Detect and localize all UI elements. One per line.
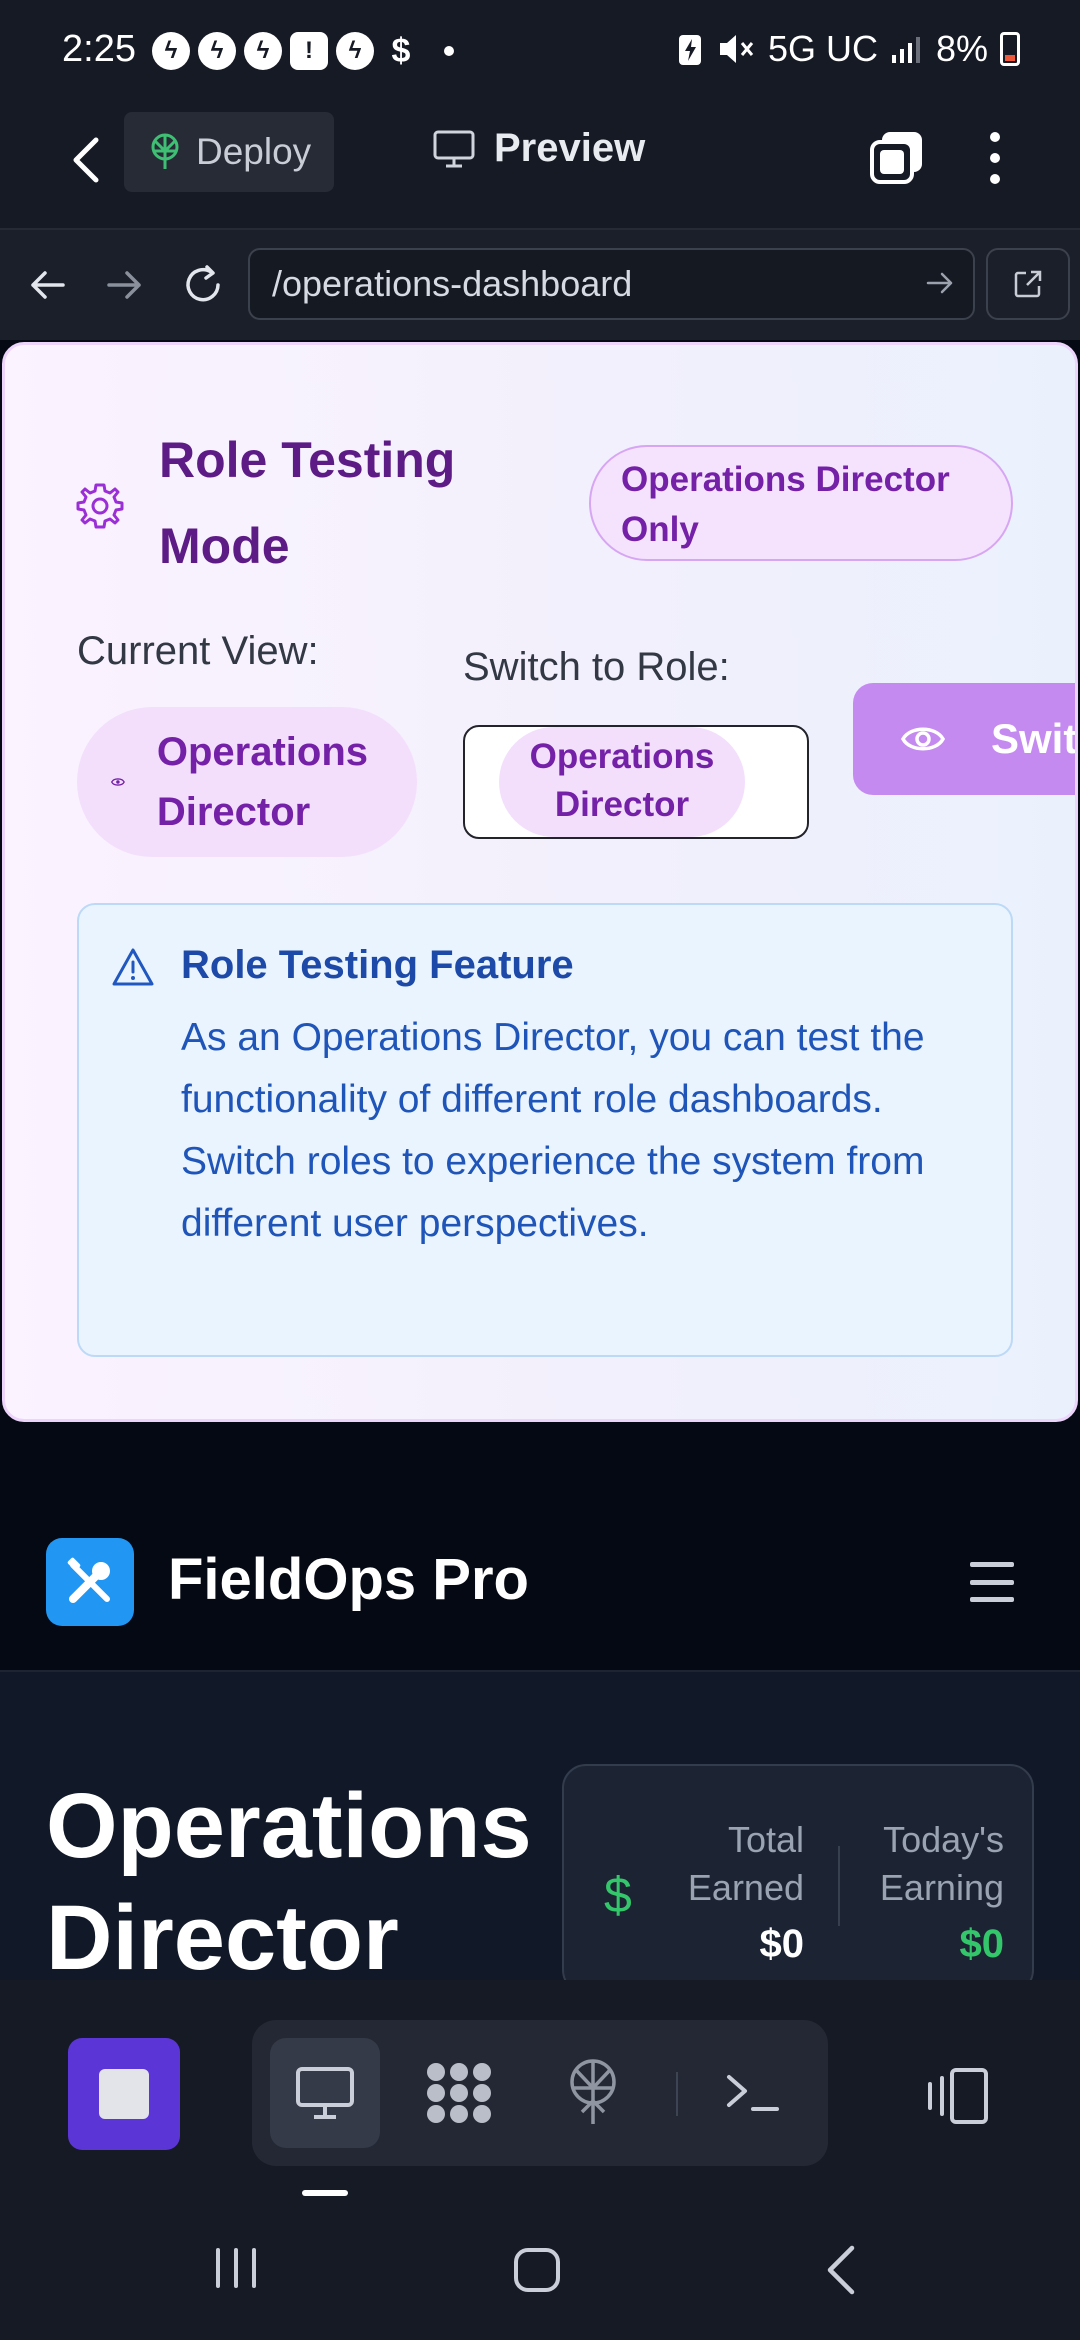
stop-button[interactable] (68, 2038, 180, 2150)
external-link-icon (1014, 270, 1042, 298)
current-role-badge: Operations Director (77, 707, 417, 857)
todays-earning-value: $0 (959, 1922, 1005, 1966)
back-button[interactable] (56, 130, 116, 190)
role-select[interactable]: Operations Director (463, 725, 809, 839)
network-type: 5G UC (767, 28, 878, 69)
recent-apps-button[interactable] (212, 2244, 260, 2292)
current-role-text: Operations Director (156, 730, 368, 834)
switch-button-label: Switch (991, 715, 1078, 762)
info-body: As an Operations Director, you can test … (181, 1016, 925, 1245)
notification-icons: ϟ ϟ ϟ ! ϟ $ (152, 32, 454, 70)
total-earned-label: Total Earned (687, 1819, 804, 1908)
arrow-right-icon (107, 271, 141, 299)
dot-icon (444, 46, 454, 56)
arrow-left-icon (31, 271, 65, 299)
arrow-right-icon[interactable] (925, 268, 955, 298)
hamburger-menu-icon[interactable] (970, 1562, 1014, 1602)
fieldops-logo (46, 1538, 134, 1626)
reload-button[interactable] (178, 260, 228, 310)
home-button[interactable] (512, 2244, 564, 2296)
tools-icon (67, 1557, 110, 1603)
battery-percent: 8% (935, 28, 988, 69)
eye-icon (111, 778, 125, 786)
deploy-button[interactable]: Deploy (124, 112, 334, 192)
messenger-icon: ϟ (336, 32, 374, 70)
access-badge: Operations Director Only (589, 445, 1013, 561)
total-earned-value: $0 (759, 1922, 805, 1966)
app-toolbar: Deploy Preview (0, 108, 1080, 228)
url-input[interactable]: /operations-dashboard (248, 248, 975, 320)
tabs-icon[interactable] (868, 128, 926, 186)
browser-forward-button[interactable] (100, 260, 150, 310)
tab-extensions[interactable] (404, 2038, 514, 2148)
selected-role: Operations Director (499, 727, 745, 837)
eye-icon (901, 727, 945, 751)
earnings-card: $ Total Earned $0 Today's Earning $0 (562, 1764, 1034, 1980)
mute-icon (719, 35, 754, 63)
messenger-icon: ϟ (152, 32, 190, 70)
dock-tabs (252, 2020, 828, 2166)
role-testing-info: Role Testing Feature As an Operations Di… (77, 903, 1013, 1357)
dock-divider (676, 2072, 678, 2116)
preview-label: Preview (494, 126, 646, 170)
tab-terminal[interactable] (698, 2038, 808, 2148)
warning-icon (112, 948, 154, 986)
battery-saver-icon (678, 35, 701, 65)
monitor-icon (296, 2067, 354, 2119)
earnings-divider (838, 1846, 840, 1926)
app-header (0, 1450, 1080, 1670)
switch-role-label: Switch to Role: (463, 645, 730, 689)
open-external-button[interactable] (986, 248, 1070, 320)
reload-icon (186, 265, 220, 302)
dollar-icon: $ (604, 1867, 632, 1923)
deploy-label: Deploy (196, 131, 312, 172)
apps-grid-icon (427, 2063, 491, 2123)
more-options-icon[interactable] (975, 126, 1015, 190)
messenger-icon: ϟ (244, 32, 282, 70)
messenger-icon: ϟ (198, 32, 236, 70)
chevron-left-icon (73, 137, 99, 183)
role-testing-title: Role Testing Mode (159, 432, 456, 574)
role-testing-panel: Role Testing Mode Operations Director On… (2, 342, 1078, 1422)
tab-deploy[interactable] (538, 2038, 648, 2148)
signal-icon (891, 37, 920, 63)
browser-back-button[interactable] (22, 260, 72, 310)
browser-bar: /operations-dashboard (0, 228, 1080, 340)
stop-icon (99, 2069, 149, 2119)
system-status: 5G UC 8% (676, 28, 1020, 70)
preview-tab[interactable]: Preview (432, 126, 645, 171)
battery-icon (1000, 32, 1020, 66)
url-text: /operations-dashboard (272, 263, 633, 304)
web-preview: Role Testing Mode Operations Director On… (0, 340, 1080, 1980)
deploy-icon (570, 2059, 616, 2124)
status-time: 2:25 (62, 28, 136, 70)
status-bar: 2:25 ϟ ϟ ϟ ! ϟ $ 5G UC 8% (0, 0, 1080, 108)
dev-dock (0, 1980, 1080, 2200)
deploy-icon (151, 133, 179, 169)
todays-earning: Today's Earning $0 (854, 1816, 1004, 1967)
todays-earning-label: Today's Earning (879, 1819, 1004, 1908)
tab-preview[interactable] (270, 2038, 380, 2148)
current-view-label: Current View: (77, 629, 319, 673)
dollar-icon: $ (391, 31, 411, 70)
switch-role-button[interactable]: Switch (853, 683, 1078, 795)
info-title: Role Testing Feature (181, 943, 574, 987)
app-name: FieldOps Pro (168, 1547, 529, 1612)
device-frame-icon[interactable] (924, 2066, 990, 2126)
active-tab-indicator (302, 2190, 348, 2196)
terminal-icon (727, 2075, 779, 2111)
gear-icon (76, 483, 124, 529)
back-nav-button[interactable] (822, 2244, 862, 2296)
total-earned: Total Earned $0 (664, 1816, 804, 1967)
dashboard-heading: Operations Director (46, 1775, 532, 1980)
monitor-icon (433, 130, 475, 167)
alert-icon: ! (290, 32, 328, 70)
system-nav-bar (0, 2200, 1080, 2340)
